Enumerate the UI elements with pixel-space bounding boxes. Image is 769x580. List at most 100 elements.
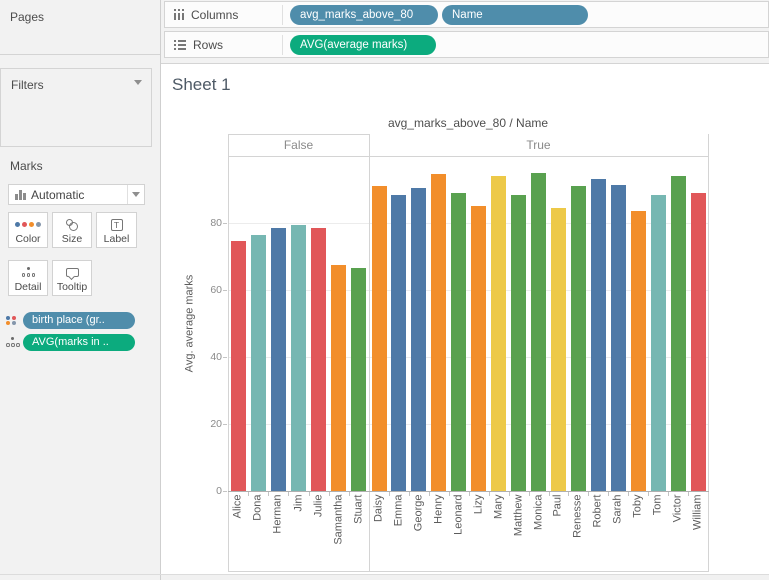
bar[interactable]	[431, 174, 446, 491]
tooltip-button[interactable]: Tooltip	[52, 260, 92, 296]
bar[interactable]	[491, 176, 506, 491]
y-tick	[223, 223, 227, 224]
bar[interactable]	[451, 193, 466, 491]
label-button-label: Label	[104, 233, 130, 245]
color-dots-icon	[15, 217, 41, 232]
label-button[interactable]: T Label	[96, 212, 137, 248]
tooltip-button-label: Tooltip	[57, 281, 87, 293]
x-axis-label[interactable]: Matthew	[512, 495, 525, 567]
bar[interactable]	[531, 173, 546, 491]
bar[interactable]	[251, 235, 266, 491]
size-circles-icon	[65, 218, 79, 232]
x-tick	[409, 492, 410, 496]
x-axis-label[interactable]: Samantha	[332, 495, 345, 567]
bar[interactable]	[651, 195, 666, 492]
y-tick-label: 60	[186, 284, 222, 297]
x-tick	[248, 492, 249, 496]
header-top-border	[228, 134, 369, 135]
x-axis-label[interactable]: Daisy	[373, 495, 386, 567]
color-button-label: Color	[15, 233, 40, 245]
x-tick	[668, 492, 669, 496]
x-axis-label[interactable]: Robert	[592, 495, 605, 567]
chevron-down-icon[interactable]	[134, 80, 142, 85]
x-axis-label[interactable]: Sarah	[612, 495, 625, 567]
pill-avg-average-marks[interactable]: AVG(average marks)	[290, 35, 436, 55]
panel-header[interactable]: True	[369, 134, 708, 156]
pane-border	[708, 134, 709, 571]
sheet-view: Sheet 1 avg_marks_above_80 / Name Avg. a…	[161, 63, 769, 574]
x-axis-label[interactable]: Dona	[252, 495, 265, 567]
x-axis-label[interactable]: Tom	[652, 495, 665, 567]
pill-avg-marks-above-80[interactable]: avg_marks_above_80	[290, 5, 438, 25]
bar[interactable]	[691, 193, 706, 491]
window-bottom-strip	[161, 575, 769, 580]
x-tick	[628, 492, 629, 496]
pane-border	[228, 134, 229, 571]
bar[interactable]	[271, 228, 286, 491]
header-bottom-border	[228, 156, 708, 157]
x-axis-label[interactable]: Alice	[232, 495, 245, 567]
bar[interactable]	[471, 206, 486, 491]
x-axis-label[interactable]: Leonard	[452, 495, 465, 567]
color-dots-icon	[6, 316, 16, 326]
bar[interactable]	[631, 211, 646, 491]
x-tick	[549, 492, 550, 496]
rows-shelf[interactable]: Rows AVG(average marks)	[164, 31, 769, 58]
panel-header[interactable]: False	[228, 134, 369, 156]
x-axis-label[interactable]: Herman	[272, 495, 285, 567]
x-axis-label[interactable]: Renesse	[572, 495, 585, 567]
bar[interactable]	[611, 185, 626, 492]
x-tick	[509, 492, 510, 496]
x-axis-line	[228, 491, 709, 492]
mark-type-value: Automatic	[31, 188, 127, 202]
x-axis-label[interactable]: Henry	[432, 495, 445, 567]
bar[interactable]	[671, 176, 686, 491]
x-axis-label[interactable]: George	[412, 495, 425, 567]
x-axis-label[interactable]: William	[692, 495, 705, 567]
bar[interactable]	[391, 195, 406, 492]
bar[interactable]	[591, 179, 606, 491]
mark-type-dropdown[interactable]: Automatic	[8, 184, 145, 205]
x-axis-label[interactable]: Toby	[632, 495, 645, 567]
x-tick	[429, 492, 430, 496]
x-axis-label[interactable]: Stuart	[352, 495, 365, 567]
pane-bottom-border	[228, 571, 709, 572]
y-tick	[223, 290, 227, 291]
x-tick	[489, 492, 490, 496]
size-button[interactable]: Size	[52, 212, 92, 248]
x-axis-label[interactable]: Paul	[552, 495, 565, 567]
x-axis-label[interactable]: Lizy	[472, 495, 485, 567]
bar[interactable]	[571, 186, 586, 491]
bar[interactable]	[372, 186, 387, 491]
x-axis-label[interactable]: Monica	[532, 495, 545, 567]
x-axis-label[interactable]: Victor	[672, 495, 685, 567]
chevron-down-icon	[132, 192, 140, 197]
x-tick	[349, 492, 350, 496]
filters-shelf[interactable]: Filters	[0, 68, 152, 147]
columns-shelf[interactable]: Columns avg_marks_above_80 Name	[164, 1, 769, 28]
filters-label: Filters	[11, 78, 44, 92]
mark-type-dropdown-button[interactable]	[127, 185, 144, 204]
color-button[interactable]: Color	[8, 212, 48, 248]
bar[interactable]	[331, 265, 346, 491]
marks-pill-birth-place[interactable]: birth place (gr..	[23, 312, 135, 329]
bar[interactable]	[311, 228, 326, 491]
bar[interactable]	[511, 195, 526, 492]
x-axis-label[interactable]: Emma	[392, 495, 405, 567]
bar[interactable]	[551, 208, 566, 491]
columns-icon	[174, 9, 184, 20]
marks-pill-avg-marks[interactable]: AVG(marks in ..	[23, 334, 135, 351]
y-tick	[223, 357, 227, 358]
x-axis-label[interactable]: Mary	[492, 495, 505, 567]
bar[interactable]	[411, 188, 426, 491]
detail-button[interactable]: Detail	[8, 260, 48, 296]
size-button-label: Size	[62, 233, 82, 245]
pages-shelf[interactable]: Pages	[0, 0, 160, 55]
bar[interactable]	[291, 225, 306, 491]
y-tick	[223, 424, 227, 425]
x-axis-label[interactable]: Jim	[292, 495, 305, 567]
pill-name[interactable]: Name	[442, 5, 588, 25]
bar[interactable]	[351, 268, 366, 491]
x-axis-label[interactable]: Julie	[312, 495, 325, 567]
bar[interactable]	[231, 241, 246, 491]
